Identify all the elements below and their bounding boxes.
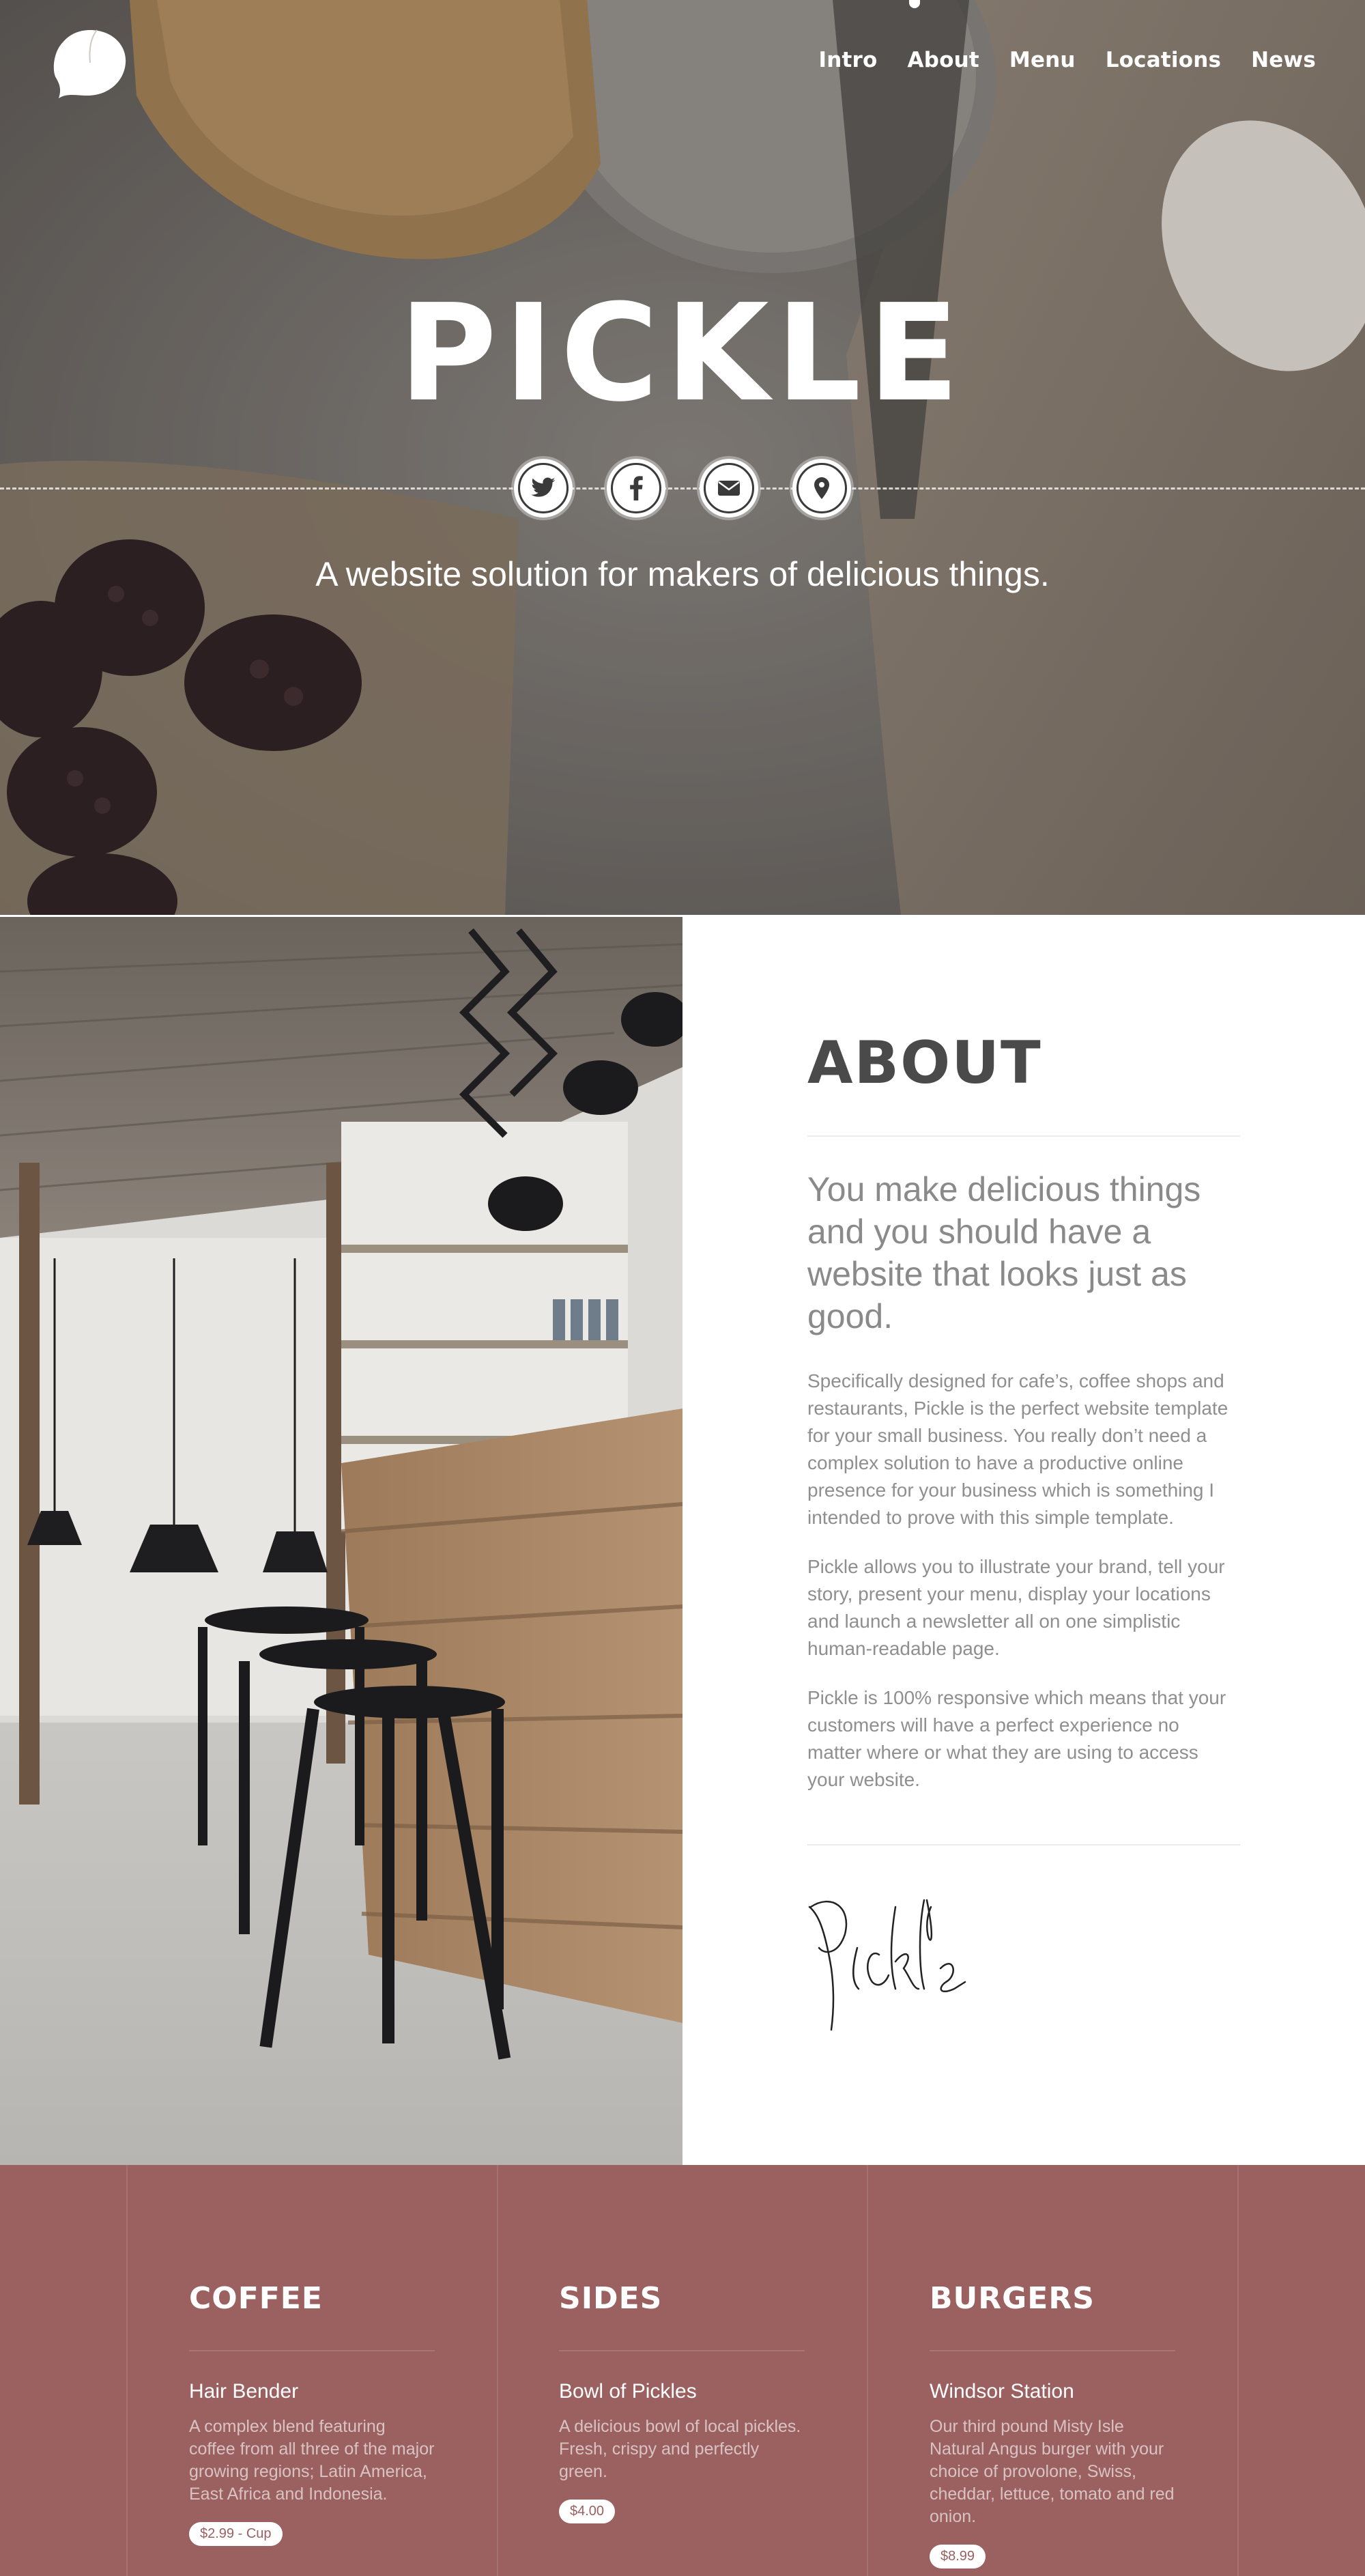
menu-item-price: $4.00 [559, 2500, 616, 2523]
about-divider-bottom [807, 1844, 1240, 1845]
menu-item-price: $2.99 - Cup [189, 2522, 283, 2546]
nav-item-news[interactable]: News [1251, 48, 1316, 72]
mail-icon [704, 463, 754, 513]
hero-title: PICKLE [399, 276, 966, 431]
pickle-logo-icon[interactable] [49, 25, 131, 101]
about-paragraph: Specifically designed for cafe’s, coffee… [807, 1370, 1228, 1528]
about-interior-photo [0, 917, 682, 2165]
main-nav: Intro About Menu Locations News [819, 48, 1317, 72]
facebook-icon [611, 463, 661, 513]
interior-illustration [0, 917, 682, 2165]
menu-category-title: BURGERS [930, 2281, 1095, 2316]
menu-item-name: Windsor Station [930, 2380, 1074, 2403]
nav-item-intro[interactable]: Intro [819, 48, 878, 72]
location-button[interactable] [792, 459, 851, 518]
about-paragraph: Pickle is 100% responsive which means th… [807, 1687, 1226, 1790]
menu-category-title: SIDES [559, 2281, 663, 2316]
menu-category-rule [189, 2350, 435, 2351]
menu-item-name: Bowl of Pickles [559, 2380, 697, 2403]
menu-item-description: A complex blend featuring coffee from al… [189, 2417, 435, 2504]
menu-column-divider [126, 2165, 128, 2576]
menu-column-sides: SIDES Bowl of Pickles A delicious bowl o… [559, 2281, 805, 2523]
nav-item-menu[interactable]: Menu [1009, 48, 1076, 72]
menu-category-rule [559, 2350, 805, 2351]
menu-column-divider [497, 2165, 498, 2576]
twitter-button[interactable] [514, 459, 573, 518]
about-divider-top [807, 1135, 1240, 1137]
mail-button[interactable] [700, 459, 758, 518]
menu-category-title: COFFEE [189, 2281, 323, 2316]
menu-column-divider [1237, 2165, 1239, 2576]
about-body: Specifically designed for cafe’s, coffee… [807, 1368, 1237, 1815]
about-lead: You make delicious things and you should… [807, 1170, 1201, 1335]
nav-item-about[interactable]: About [908, 48, 979, 72]
social-links [0, 459, 1365, 518]
facebook-button[interactable] [607, 459, 665, 518]
menu-column-divider [867, 2165, 868, 2576]
menu-item-description: A delicious bowl of local pickles. Fresh… [559, 2417, 801, 2481]
location-pin-icon [796, 463, 847, 513]
menu-column-burgers: BURGERS Windsor Station Our third pound … [930, 2281, 1175, 2568]
about-paragraph: Pickle allows you to illustrate your bra… [807, 1556, 1225, 1659]
menu-item-price: $8.99 [930, 2545, 986, 2568]
pickle-signature [808, 1899, 966, 2031]
menu-category-rule [930, 2350, 1175, 2351]
menu-section: COFFEE Hair Bender A complex blend featu… [0, 2165, 1365, 2576]
about-title: ABOUT [807, 1029, 1042, 1097]
menu-item-name: Hair Bender [189, 2380, 299, 2403]
nav-item-locations[interactable]: Locations [1106, 48, 1221, 72]
twitter-icon [518, 463, 569, 513]
about-section: ABOUT You make delicious things and you … [682, 917, 1365, 2165]
hero-overlay [0, 0, 1365, 915]
hero-tagline: A website solution for makers of delicio… [315, 555, 1050, 593]
hero-section: Intro About Menu Locations News PICKLE A… [0, 0, 1365, 915]
menu-item-description: Our third pound Misty Isle Natural Angus… [930, 2417, 1175, 2526]
menu-column-coffee: COFFEE Hair Bender A complex blend featu… [189, 2281, 435, 2546]
